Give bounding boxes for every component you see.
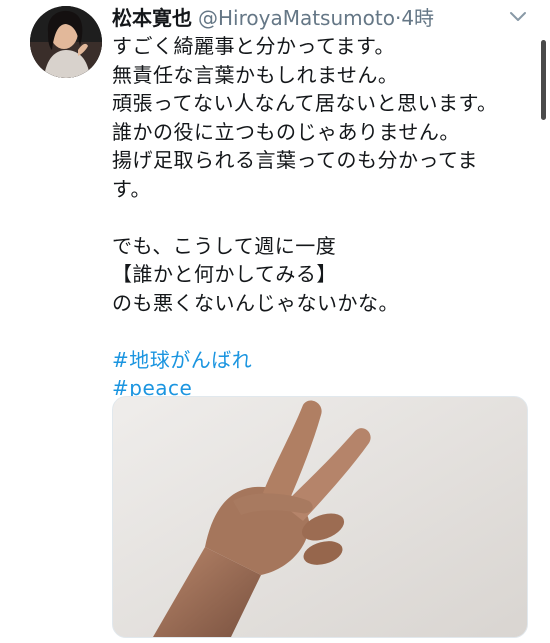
chevron-down-icon[interactable] bbox=[508, 10, 528, 24]
tweet-text: すごく綺麗事と分かってます。 無責任な言葉かもしれません。 頑張ってない人なんて… bbox=[112, 32, 532, 403]
scrollbar[interactable] bbox=[541, 40, 546, 120]
peace-sign-photo bbox=[113, 397, 527, 637]
tweet-header: 松本寛也 @HiroyaMatsumoto·4時 bbox=[112, 4, 434, 32]
tweet-line: でも、こうして週に一度 bbox=[112, 233, 337, 258]
timestamp[interactable]: 4時 bbox=[401, 6, 434, 30]
tweet-line: 揚げ足取られる言葉ってのも分かってま bbox=[112, 148, 478, 172]
tweet-line: すごく綺麗事と分かってます。 bbox=[112, 34, 395, 58]
tweet-line: す。 bbox=[112, 176, 151, 201]
avatar[interactable] bbox=[30, 6, 102, 78]
hashtag-link[interactable]: #地球がんばれ bbox=[112, 346, 532, 375]
user-handle[interactable]: @HiroyaMatsumoto bbox=[198, 6, 395, 30]
avatar-photo bbox=[30, 6, 102, 78]
display-name[interactable]: 松本寛也 bbox=[112, 6, 192, 30]
tweet-line: 無責任な言葉かもしれません。 bbox=[112, 62, 399, 87]
tweet-line: 頑張ってない人なんて居ないと思います。 bbox=[112, 91, 498, 115]
tweet-line: 【誰かと何かしてみる】 bbox=[112, 262, 337, 286]
tweet-line: 誰かの役に立つものじゃありません。 bbox=[112, 119, 460, 144]
tweet-line: のも悪くないんじゃないかな。 bbox=[112, 290, 399, 315]
tweet[interactable]: 松本寛也 @HiroyaMatsumoto·4時 すごく綺麗事と分かってます。 無… bbox=[0, 0, 550, 643]
tweet-media-image[interactable] bbox=[112, 396, 528, 638]
